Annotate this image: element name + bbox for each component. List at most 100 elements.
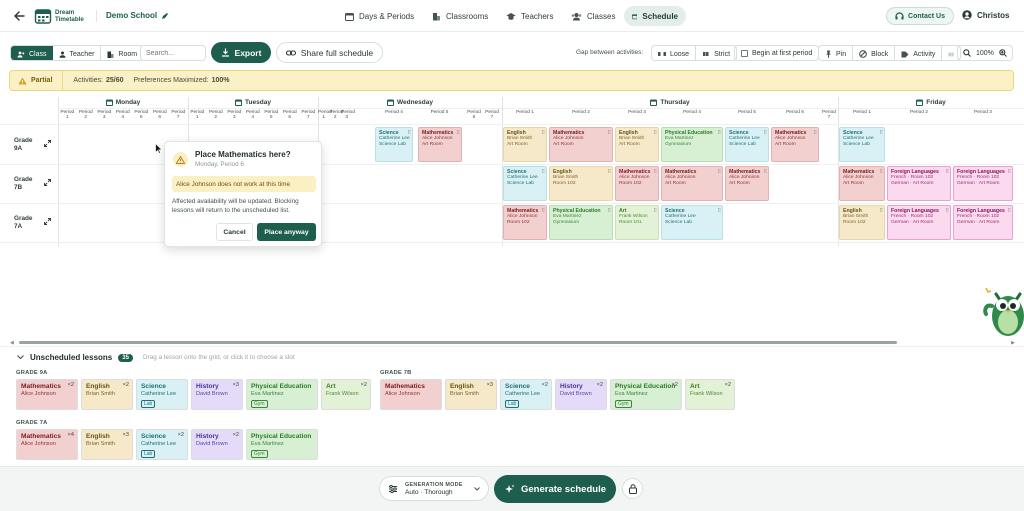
share-schedule-button[interactable]: Share full schedule bbox=[276, 42, 383, 63]
scrollbar-thumb[interactable] bbox=[19, 341, 897, 344]
unscheduled-lesson-card[interactable]: History David Brown ×2 bbox=[555, 379, 607, 410]
lesson-card[interactable]: English Brian Smith Art Room ⠿ bbox=[615, 127, 659, 162]
drag-handle-icon[interactable]: ⠿ bbox=[653, 169, 657, 175]
unscheduled-lesson-card[interactable]: Art Frank Wilson ×2 bbox=[321, 379, 371, 410]
drag-handle-icon[interactable]: ⠿ bbox=[1007, 208, 1011, 214]
drag-handle-icon[interactable]: ⠿ bbox=[717, 130, 721, 136]
lesson-card[interactable]: Foreign Languages French · Room 102 German… bbox=[953, 205, 1013, 240]
drag-handle-icon[interactable]: ⠿ bbox=[717, 208, 721, 214]
checkbox[interactable] bbox=[741, 49, 748, 57]
unscheduled-lesson-card[interactable]: Physical Education Eva Martinez Gym bbox=[246, 429, 318, 460]
lesson-card[interactable]: Physical Education Eva Martinez Gymnasium ⠿ bbox=[549, 205, 613, 240]
unscheduled-lesson-card[interactable]: Art Frank Wilson ×2 bbox=[685, 379, 735, 410]
place-anyway-button[interactable]: Place anyway bbox=[257, 223, 316, 241]
lesson-card[interactable]: Art Frank Wilson Room 101 ⠿ bbox=[615, 205, 659, 240]
user-menu[interactable]: Christos bbox=[962, 10, 1009, 20]
lesson-card[interactable]: Foreign Languages French · Room 102 German… bbox=[887, 205, 951, 240]
lesson-card[interactable]: Science Catherine Lee Science Lab ⠿ bbox=[503, 166, 547, 201]
drag-handle-icon[interactable]: ⠿ bbox=[541, 130, 545, 136]
block-button[interactable]: Block bbox=[853, 46, 896, 60]
lesson-card[interactable]: Science Catherine Lee Science Lab ⠿ bbox=[375, 127, 413, 162]
unscheduled-lesson-card[interactable]: Science Catherine Lee ×2 Lab bbox=[500, 379, 552, 410]
lesson-card[interactable]: Mathematics Alice Johnson Room 102 ⠿ bbox=[615, 166, 659, 201]
loose-option[interactable]: Loose bbox=[652, 46, 697, 60]
search-icon[interactable] bbox=[963, 49, 971, 57]
lesson-card[interactable]: Mathematics Alice Johnson Room 102 ⠿ bbox=[503, 205, 547, 240]
generate-schedule-button[interactable]: Generate schedule bbox=[494, 475, 616, 503]
lesson-card[interactable]: Physical Education Eva Martinez Gymnasium ⠿ bbox=[661, 127, 723, 162]
lesson-card[interactable]: Mathematics Alice Johnson Art Room ⠿ bbox=[661, 166, 723, 201]
nav-days-periods[interactable]: Days & Periods bbox=[337, 6, 422, 26]
lesson-card[interactable]: English Brian Smith Art Room ⠿ bbox=[503, 127, 547, 162]
nav-classes[interactable]: Classes bbox=[563, 6, 623, 26]
nav-teachers[interactable]: Teachers bbox=[498, 6, 561, 26]
lesson-card[interactable]: English Brian Smith Room 102 ⠿ bbox=[839, 205, 885, 240]
drag-handle-icon[interactable]: ⠿ bbox=[653, 130, 657, 136]
lesson-card[interactable]: Foreign Languages French · Room 102 German… bbox=[887, 166, 951, 201]
tab-teacher[interactable]: Teacher bbox=[53, 46, 101, 60]
drag-handle-icon[interactable]: ⠿ bbox=[763, 130, 767, 136]
drag-handle-icon[interactable]: ⠿ bbox=[607, 130, 611, 136]
school-name[interactable]: Demo School bbox=[106, 11, 169, 20]
drag-handle-icon[interactable]: ⠿ bbox=[813, 130, 817, 136]
unscheduled-lesson-card[interactable]: Mathematics Alice Johnson bbox=[380, 379, 442, 410]
drag-handle-icon[interactable]: ⠿ bbox=[879, 169, 883, 175]
drag-handle-icon[interactable]: ⠿ bbox=[717, 169, 721, 175]
unscheduled-lesson-card[interactable]: History David Brown ×2 bbox=[191, 429, 243, 460]
drag-handle-icon[interactable]: ⠿ bbox=[541, 208, 545, 214]
tab-class[interactable]: Class bbox=[11, 46, 53, 60]
grid-scrollbar[interactable]: ◀ ▶ bbox=[10, 340, 1015, 346]
begin-first-period-toggle[interactable]: Begin at first period bbox=[734, 45, 820, 61]
strict-option[interactable]: Strict bbox=[696, 46, 736, 60]
drag-handle-icon[interactable]: ⠿ bbox=[456, 130, 460, 136]
lesson-card[interactable]: Science Catherine Lee Science Lab ⠿ bbox=[725, 127, 769, 162]
unscheduled-lesson-card[interactable]: Physical Education Eva Martinez Gym bbox=[246, 379, 318, 410]
expand-icon[interactable] bbox=[44, 140, 51, 147]
unscheduled-lesson-card[interactable]: English Brian Smith ×2 bbox=[81, 379, 133, 410]
drag-handle-icon[interactable]: ⠿ bbox=[407, 130, 411, 136]
lesson-card[interactable]: Foreign Languages French · Room 102 German… bbox=[953, 166, 1013, 201]
unscheduled-header[interactable]: Unscheduled lessons 35 Drag a lesson ont… bbox=[17, 353, 295, 362]
lesson-card[interactable]: Mathematics Alice Johnson Art Room ⠿ bbox=[549, 127, 613, 162]
lesson-card[interactable]: Mathematics Alice Johnson Art Room ⠿ bbox=[418, 127, 462, 162]
lesson-card[interactable]: Mathematics Alice Johnson Art Room ⠿ bbox=[725, 166, 769, 201]
nav-classrooms[interactable]: Classrooms bbox=[424, 6, 496, 26]
lesson-card[interactable]: English Brian Smith Room 102 ⠿ bbox=[549, 166, 613, 201]
drag-handle-icon[interactable]: ⠿ bbox=[1007, 169, 1011, 175]
lesson-card[interactable]: Science Catherine Lee Science Lab ⠿ bbox=[839, 127, 885, 162]
unscheduled-lesson-card[interactable]: Physical Education Eva Martinez ×2 Gym bbox=[610, 379, 682, 410]
back-arrow-icon[interactable] bbox=[12, 9, 26, 23]
drag-handle-icon[interactable]: ⠿ bbox=[945, 169, 949, 175]
drag-handle-icon[interactable]: ⠿ bbox=[607, 208, 611, 214]
nav-schedule[interactable]: Schedule bbox=[624, 6, 686, 26]
lesson-card[interactable]: Mathematics Alice Johnson Art Room ⠿ bbox=[771, 127, 819, 162]
chevron-down-icon[interactable] bbox=[17, 355, 24, 360]
unscheduled-lesson-card[interactable]: Science Catherine Lee Lab bbox=[136, 379, 188, 410]
drag-handle-icon[interactable]: ⠿ bbox=[879, 208, 883, 214]
lesson-card[interactable]: Science Catherine Lee Science Lab ⠿ bbox=[661, 205, 723, 240]
app-logo[interactable]: Dream Timetable bbox=[34, 7, 84, 25]
owl-mascot[interactable] bbox=[982, 280, 1024, 338]
unscheduled-lesson-card[interactable]: Mathematics Alice Johnson ×2 bbox=[16, 379, 78, 410]
export-button[interactable]: Export bbox=[211, 42, 271, 63]
drag-handle-icon[interactable]: ⠿ bbox=[763, 169, 767, 175]
drag-handle-icon[interactable]: ⠿ bbox=[541, 169, 545, 175]
expand-icon[interactable] bbox=[44, 179, 51, 186]
cancel-button[interactable]: Cancel bbox=[216, 223, 253, 241]
lock-button[interactable] bbox=[622, 478, 643, 499]
zoom-in-icon[interactable] bbox=[999, 49, 1007, 57]
drag-handle-icon[interactable]: ⠿ bbox=[607, 169, 611, 175]
unscheduled-lesson-card[interactable]: Science Catherine Lee ×2 Lab bbox=[136, 429, 188, 460]
expand-icon[interactable] bbox=[44, 218, 51, 225]
activity-button[interactable]: Activity bbox=[895, 46, 943, 60]
drag-handle-icon[interactable]: ⠿ bbox=[879, 130, 883, 136]
unscheduled-lesson-card[interactable]: History David Brown ×3 bbox=[191, 379, 243, 410]
pin-button[interactable]: Pin bbox=[819, 46, 854, 60]
drag-handle-icon[interactable]: ⠿ bbox=[653, 208, 657, 214]
unscheduled-lesson-card[interactable]: English Brian Smith ×3 bbox=[445, 379, 497, 410]
lesson-card[interactable]: Mathematics Alice Johnson Art Room ⠿ bbox=[839, 166, 885, 201]
unscheduled-lesson-card[interactable]: English Brian Smith ×3 bbox=[81, 429, 133, 460]
tab-room[interactable]: Room bbox=[100, 46, 143, 60]
drag-handle-icon[interactable]: ⠿ bbox=[945, 208, 949, 214]
unscheduled-lesson-card[interactable]: Mathematics Alice Johnson ×4 bbox=[16, 429, 78, 460]
